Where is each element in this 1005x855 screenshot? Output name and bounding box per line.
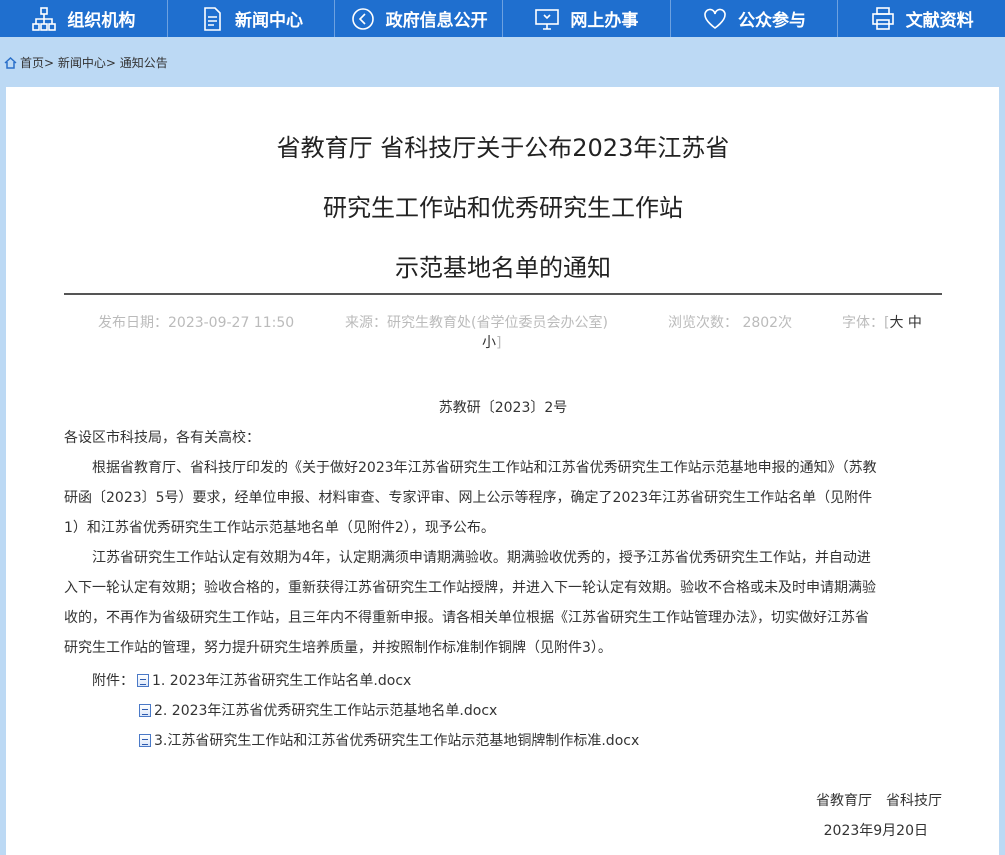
font-medium-button[interactable]: 中 [908,315,922,331]
nav-item-online-service[interactable]: 网上办事 [503,0,671,37]
article-title-line3: 示范基地名单的通知 [395,254,611,282]
font-small-button[interactable]: 小 [482,335,496,351]
article-title-line1: 省教育厅 省科技厅关于公布2023年江苏省 [276,134,730,162]
salutation: 各设区市科技局，各有关高校： [64,430,260,446]
doc-number: 苏教研〔2023〕2号 [438,400,568,416]
publish-date: 发布日期：2023-09-27 11:50 [98,315,295,331]
attachments-label: 附件： [92,673,134,689]
para2-line1: 江苏省研究生工作站认定有效期为4年，认定期满须申请期满验收。期满验收优秀的，授予… [92,550,871,566]
nav-item-docs[interactable]: 文献资料 [838,0,1005,37]
view-count: 浏览次数： 2802次 [668,315,793,331]
para2-line2: 入下一轮认定有效期；验收合格的，重新获得江苏省研究生工作站授牌，并进入下一轮认定… [64,580,876,596]
font-size-label: 字体：[ [842,315,890,331]
nav-label: 政府信息公开 [385,11,488,31]
font-large-button[interactable]: 大 [889,315,903,331]
title-divider [64,293,942,295]
para1-line1: 根据省教育厅、省科技厅印发的《关于做好2023年江苏省研究生工作站和江苏省优秀研… [92,460,877,476]
nav-item-gov-info[interactable]: 政府信息公开 [335,0,504,37]
nav-label: 网上办事 [570,11,639,31]
nav-label: 新闻中心 [235,11,303,31]
attachment-row: 2. 2023年江苏省优秀研究生工作站示范基地名单.docx [139,700,497,720]
para2-line4: 研究生工作站的管理，努力提升研究生培养质量，并按照制作标准制作铜牌（见附件3）。 [64,640,612,656]
article-source: 来源：研究生教育处(省学位委员会办公室) [345,315,608,331]
nav-label: 文献资料 [905,11,974,31]
monitor-icon [535,8,560,30]
attachment-link-3[interactable]: 3.江苏省研究生工作站和江苏省优秀研究生工作站示范基地铜牌制作标准.docx [154,730,639,750]
attachment-link-2[interactable]: 2. 2023年江苏省优秀研究生工作站示范基地名单.docx [154,700,497,720]
breadcrumb[interactable]: 首页> 新闻中心> 通知公告 [4,54,168,71]
font-size-control-wrap: 小] [482,332,501,352]
side-border-right [999,87,1005,855]
font-size-control: 字体：[大 中 [842,312,922,332]
para1-line3: 1）和江苏省优秀研究生工作站示范基地名单（见附件2），现予公布。 [64,520,495,536]
org-chart-icon [32,6,57,31]
nav-item-public[interactable]: 公众参与 [671,0,839,37]
play-circle-icon [351,7,374,30]
nav-label: 组织机构 [67,11,136,31]
word-doc-icon [139,733,151,747]
word-doc-icon [137,673,149,687]
sign-date: 2023年9月20日 [823,823,928,839]
main-nav: 组织机构 新闻中心 政府信息公开 网上办事 公众参与 文献资料 [0,0,1005,37]
attachment-link-1[interactable]: 1. 2023年江苏省研究生工作站名单.docx [152,670,411,690]
breadcrumb-text[interactable]: 首页> 新闻中心> 通知公告 [20,54,168,71]
signatory: 省教育厅 省科技厅 [816,793,942,809]
attachment-row: 3.江苏省研究生工作站和江苏省优秀研究生工作站示范基地铜牌制作标准.docx [139,730,639,750]
nav-item-org[interactable]: 组织机构 [0,0,168,37]
heart-icon [704,8,726,29]
printer-icon [871,6,894,30]
font-size-close: ] [496,335,502,351]
para2-line3: 收的，不再作为省级研究生工作站，且三年内不得重新申报。请各相关单位根据《江苏省研… [64,610,869,626]
nav-item-news[interactable]: 新闻中心 [168,0,336,37]
home-icon [4,56,17,69]
document-icon [204,6,221,31]
attachment-row: 附件： 1. 2023年江苏省研究生工作站名单.docx [92,670,411,690]
article-title-line2: 研究生工作站和优秀研究生工作站 [323,194,683,222]
nav-label: 公众参与 [738,11,807,31]
para1-line2: 研函〔2023〕5号）要求，经单位申报、材料审查、专家评审、网上公示等程序，确定… [64,490,873,506]
word-doc-icon [139,703,151,717]
